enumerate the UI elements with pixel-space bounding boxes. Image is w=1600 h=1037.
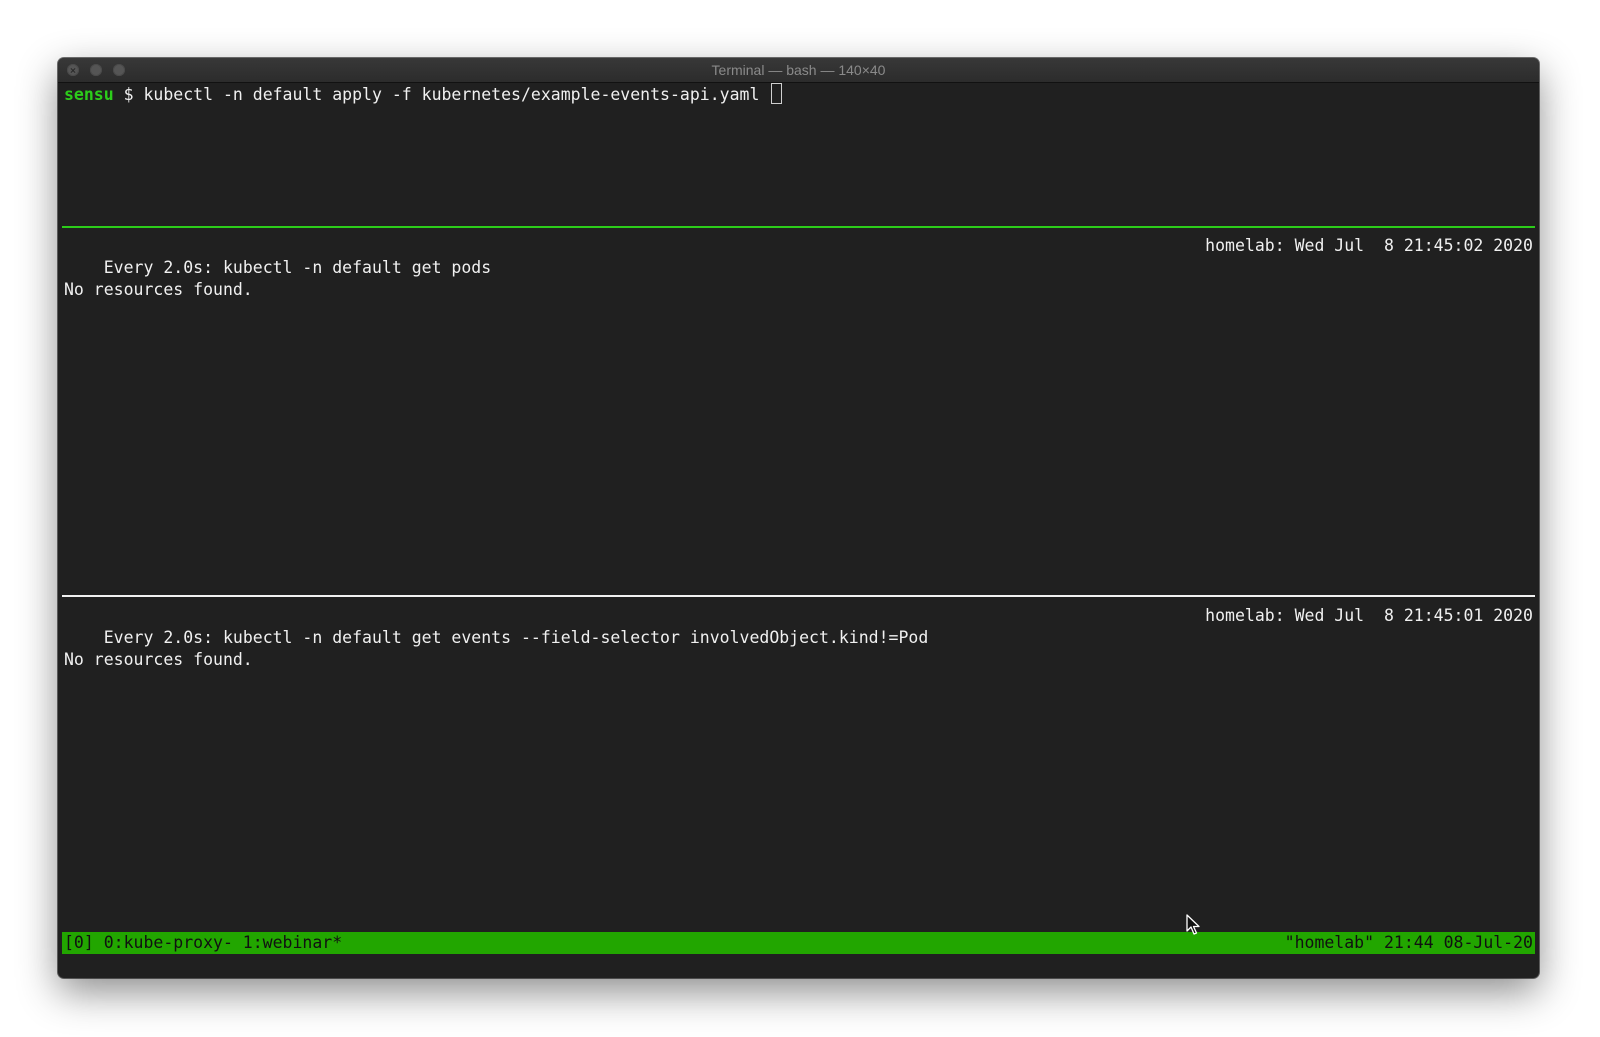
watch-events-output: No resources found. <box>64 650 253 669</box>
text-cursor <box>771 83 783 104</box>
watch-pods-command: Every 2.0s: kubectl -n default get pods <box>103 258 492 277</box>
terminal-window[interactable]: Terminal — bash — 140×40 sensu $ kubectl… <box>58 58 1539 978</box>
window-title: Terminal — bash — 140×40 <box>711 62 886 78</box>
watch-events-header: Every 2.0s: kubectl -n default get event… <box>64 605 1533 647</box>
mouse-pointer-icon <box>1186 914 1200 935</box>
title-bar[interactable]: Terminal — bash — 140×40 <box>58 58 1539 83</box>
prompt-symbol: $ <box>113 85 144 104</box>
watch-events-command: Every 2.0s: kubectl -n default get event… <box>103 628 929 647</box>
tmux-status-right: "homelab" 21:44 08-Jul-20 <box>1284 933 1533 952</box>
shell-prompt-line[interactable]: sensu $ kubectl -n default apply -f kube… <box>64 83 1533 105</box>
pane-divider-active[interactable] <box>62 226 1535 228</box>
watch-events-timestamp: homelab: Wed Jul 8 21:45:01 2020 <box>1205 606 1533 625</box>
pane-divider[interactable] <box>62 595 1535 597</box>
watch-pods-output: No resources found. <box>64 280 253 299</box>
watch-pods-timestamp: homelab: Wed Jul 8 21:45:02 2020 <box>1205 236 1533 255</box>
tmux-status-bar[interactable]: [0] 0:kube-proxy- 1:webinar* "homelab" 2… <box>62 932 1535 954</box>
prompt-user: sensu <box>64 85 114 104</box>
watch-pods-header: Every 2.0s: kubectl -n default get pods … <box>64 235 1533 277</box>
shell-command: kubectl -n default apply -f kubernetes/e… <box>143 85 770 104</box>
tmux-window-list[interactable]: [0] 0:kube-proxy- 1:webinar* <box>64 932 342 954</box>
